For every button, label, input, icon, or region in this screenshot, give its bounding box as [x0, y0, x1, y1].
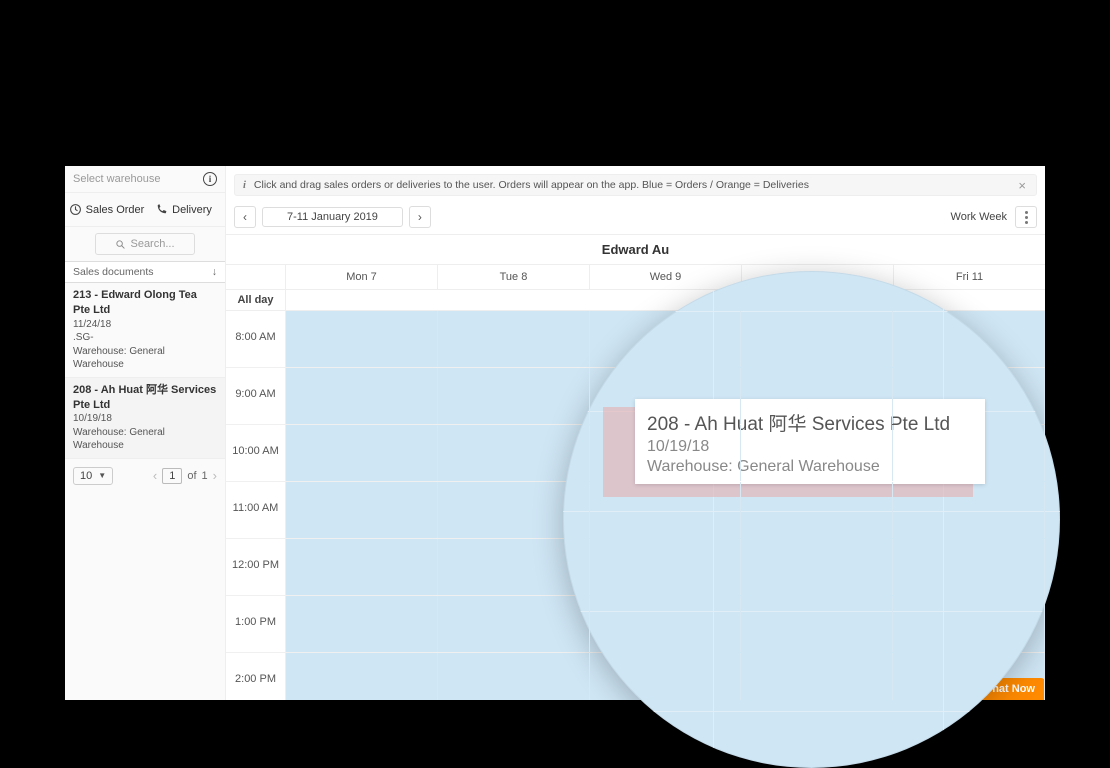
next-week-button[interactable]: ›	[409, 206, 431, 228]
info-icon: i	[243, 180, 246, 191]
time-label: 2:00 PM	[226, 653, 286, 700]
doc-card[interactable]: 213 - Edward Olong Tea Pte Ltd 11/24/18 …	[65, 283, 225, 378]
time-label: 10:00 AM	[226, 425, 286, 481]
allday-label: All day	[226, 290, 286, 310]
day-header: Mon 7	[286, 265, 438, 289]
time-label: 9:00 AM	[226, 368, 286, 424]
caret-down-icon: ▼	[98, 471, 106, 480]
warehouse-placeholder: Select warehouse	[73, 173, 160, 185]
day-header: Tue 8	[438, 265, 590, 289]
phone-icon	[155, 203, 168, 216]
docs-header[interactable]: Sales documents ↓	[65, 261, 225, 283]
time-label: 1:00 PM	[226, 596, 286, 652]
page-size-dropdown[interactable]: 10 ▼	[73, 467, 113, 485]
day-header: Fri 11	[894, 265, 1045, 289]
page-of-label: of	[187, 470, 196, 482]
info-icon: i	[203, 172, 217, 186]
time-label: 12:00 PM	[226, 539, 286, 595]
sales-order-tab[interactable]: Sales Order	[68, 199, 145, 220]
doc-type-tabs: Sales Order Delivery	[65, 193, 225, 227]
info-banner: i Click and drag sales orders or deliver…	[234, 174, 1037, 196]
doc-region: .SG-	[73, 331, 217, 345]
search-input[interactable]: Search...	[95, 233, 195, 255]
close-icon[interactable]: ×	[1018, 178, 1026, 193]
dots-icon	[1025, 216, 1028, 219]
calendar-grid[interactable]: 7:00 AM 8:00 AM 9:00 AM 10:00 AM 11:00 A…	[226, 311, 1045, 700]
sidebar: Select warehouse i Sales Order Delivery …	[65, 166, 226, 700]
doc-warehouse: Warehouse: General Warehouse	[73, 345, 217, 372]
page-size-value: 10	[80, 470, 92, 482]
doc-date: 11/24/18	[73, 318, 217, 332]
time-label: 8:00 AM	[226, 311, 286, 367]
page-prev-button[interactable]: ‹	[153, 468, 157, 483]
page-total: 1	[202, 470, 208, 482]
calendar-toolbar: ‹ 7-11 January 2019 › Work Week	[234, 200, 1037, 234]
search-icon	[115, 239, 126, 250]
day-header: Wed 9	[590, 265, 742, 289]
delivery-label: Delivery	[172, 204, 212, 216]
search-placeholder: Search...	[130, 238, 174, 250]
main-panel: i Click and drag sales orders or deliver…	[226, 166, 1045, 700]
time-label: 11:00 AM	[226, 482, 286, 538]
prev-week-button[interactable]: ‹	[234, 206, 256, 228]
warehouse-dropdown[interactable]: Select warehouse i	[65, 166, 225, 193]
doc-date: 10/19/18	[73, 412, 217, 426]
info-text: Click and drag sales orders or deliverie…	[254, 179, 809, 191]
view-mode-label[interactable]: Work Week	[951, 211, 1007, 223]
page-current: 1	[162, 468, 182, 484]
docs-header-label: Sales documents	[73, 266, 154, 278]
doc-card[interactable]: 208 - Ah Huat 阿华 Services Pte Ltd 10/19/…	[65, 378, 225, 459]
doc-warehouse: Warehouse: General Warehouse	[73, 426, 217, 453]
doc-title: 208 - Ah Huat 阿华 Services Pte Ltd	[73, 383, 217, 413]
clock-icon	[69, 203, 82, 216]
sort-icon: ↓	[212, 266, 217, 278]
more-options-button[interactable]	[1015, 206, 1037, 228]
date-range-label[interactable]: 7-11 January 2019	[262, 207, 403, 227]
page-next-button[interactable]: ›	[213, 468, 217, 483]
doc-title: 213 - Edward Olong Tea Pte Ltd	[73, 288, 217, 318]
app-window: Select warehouse i Sales Order Delivery …	[65, 166, 1045, 700]
pagination: 10 ▼ ‹ 1 of 1 ›	[65, 459, 225, 493]
delivery-tab[interactable]: Delivery	[145, 199, 222, 220]
sales-order-label: Sales Order	[86, 204, 145, 216]
calendar-user-header: Edward Au	[226, 234, 1045, 265]
calendar-day-header: Mon 7 Tue 8 Wed 9 Thu 10 Fri 11	[226, 265, 1045, 290]
